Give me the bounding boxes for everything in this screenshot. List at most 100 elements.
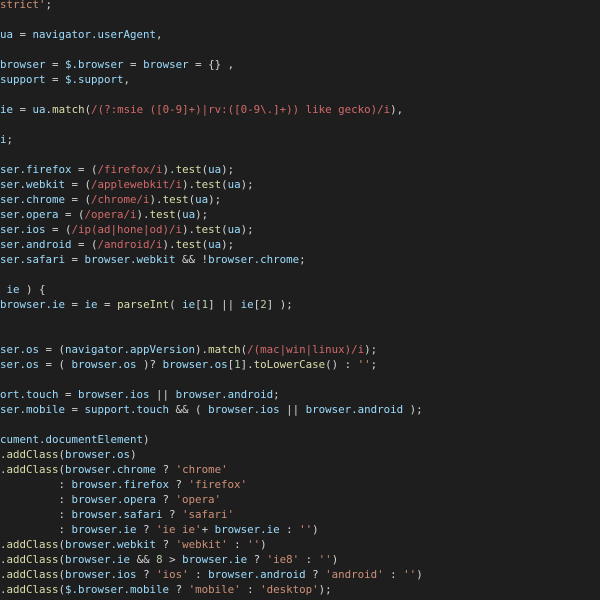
code-token-punc: ; [299, 253, 306, 266]
code-token-text: support.touch [84, 403, 170, 416]
code-token-text: ua [208, 238, 222, 251]
code-token-text: browser.firefox [71, 478, 170, 491]
code-line[interactable]: .addClass(browser.ios ? 'ios' : browser.… [0, 567, 600, 582]
code-token-regex: /(?:msie ([0-9]+)|rv:([0-9\.]+)) like ge… [91, 103, 391, 116]
code-line[interactable]: ser.safari = browser.webkit && !browser.… [0, 252, 600, 267]
code-line[interactable]: ser.mobile = support.touch && ( browser.… [0, 402, 600, 417]
code-line[interactable]: ser.webkit = (/applewebkit/i).test(ua); [0, 177, 600, 192]
code-token-punc: = ( [39, 358, 72, 371]
code-token-punc: = [65, 298, 85, 311]
code-token-regex: /android/i [97, 238, 163, 251]
code-token-punc: = ( [71, 163, 98, 176]
code-line[interactable]: ser.android = (/android/i).test(ua); [0, 237, 600, 252]
code-token-text: ser.mobile [0, 403, 66, 416]
code-line[interactable] [0, 312, 600, 327]
code-token-text: browser.ios [65, 568, 137, 581]
code-line[interactable]: ser.ios = (/ip(ad|hone|od)/i).test(ua); [0, 222, 600, 237]
code-token-punc: && ! [175, 253, 209, 266]
code-line[interactable]: ie = ua.match(/(?:msie ([0-9]+)|rv:([0-9… [0, 102, 600, 117]
code-line[interactable]: browser.ie = ie = parseInt( ie[1] || ie[… [0, 297, 600, 312]
code-line[interactable] [0, 87, 600, 102]
code-line[interactable] [0, 42, 600, 57]
code-token-func: match [52, 103, 85, 116]
code-token-punc: ). [162, 238, 176, 251]
code-token-text: ua [32, 103, 46, 116]
code-token-str: '' [403, 568, 417, 581]
code-token-punc: ); [364, 343, 378, 356]
code-line[interactable]: support = $.support, [0, 72, 600, 87]
code-token-text: ie [6, 283, 20, 296]
code-token-func: addClass [6, 538, 59, 551]
code-token-punc: ( [169, 298, 183, 311]
code-line[interactable]: : browser.opera ? 'opera' [0, 492, 600, 507]
code-area[interactable]: strict'; ua = navigator.userAgent, browser… [0, 0, 600, 597]
code-token-punc: : [279, 523, 300, 536]
code-token-punc: : [383, 568, 404, 581]
code-token-text: ie [84, 298, 98, 311]
code-token-regex: /applewebkit/i [91, 178, 183, 191]
code-line[interactable]: ser.chrome = (/chrome/i).test(ua); [0, 192, 600, 207]
code-token-punc: ? [247, 553, 267, 566]
code-token-text: browser.safari [71, 508, 163, 521]
code-line[interactable] [0, 417, 600, 432]
code-token-punc: = [45, 73, 66, 86]
code-line[interactable]: ie ) { [0, 282, 600, 297]
code-token-str: 'desktop' [260, 583, 319, 596]
code-line[interactable]: ua = navigator.userAgent, [0, 27, 600, 42]
code-token-punc: : [0, 478, 72, 491]
code-line[interactable]: .addClass(browser.os) [0, 447, 600, 462]
code-line[interactable]: .addClass(browser.webkit ? 'webkit' : ''… [0, 537, 600, 552]
code-line[interactable]: : browser.firefox ? 'firefox' [0, 477, 600, 492]
code-token-text: cument.documentElement [0, 433, 144, 446]
code-line[interactable]: .addClass(browser.chrome ? 'chrome' [0, 462, 600, 477]
code-token-text: browser.ie [65, 553, 131, 566]
code-line[interactable]: i; [0, 132, 600, 147]
code-line[interactable] [0, 372, 600, 387]
code-line[interactable]: browser = $.browser = browser = {} , [0, 57, 600, 72]
code-token-punc: : [227, 538, 248, 551]
code-token-text: ser.chrome [0, 193, 66, 206]
code-line[interactable]: cument.documentElement) [0, 432, 600, 447]
code-line[interactable]: : browser.safari ? 'safari' [0, 507, 600, 522]
code-line[interactable] [0, 117, 600, 132]
code-token-str: 'ie ie' [156, 523, 202, 536]
code-token-text: $.browser.mobile [65, 583, 170, 596]
code-token-punc: ); [240, 223, 254, 236]
code-token-punc: && [130, 553, 157, 566]
code-line[interactable]: ser.opera = (/opera/i).test(ua); [0, 207, 600, 222]
code-token-punc: ). [136, 208, 150, 221]
code-token-str: '' [318, 553, 332, 566]
code-line[interactable]: .addClass($.browser.mobile ? 'mobile' : … [0, 582, 600, 597]
code-token-punc: ); [318, 583, 332, 596]
code-line[interactable]: ser.firefox = (/firefox/i).test(ua); [0, 162, 600, 177]
code-line[interactable]: : browser.ie ? 'ie ie'+ browser.ie : '') [0, 522, 600, 537]
code-line[interactable]: ser.os = ( browser.os )? browser.os[1].t… [0, 357, 600, 372]
code-token-str: strict' [0, 0, 46, 11]
code-editor[interactable]: strict'; ua = navigator.userAgent, browser… [0, 0, 600, 600]
code-line[interactable] [0, 327, 600, 342]
code-token-text: browser.ie [71, 523, 137, 536]
code-token-punc: = [65, 403, 85, 416]
code-token-text: browser.chrome [208, 253, 300, 266]
code-token-text: support [0, 73, 46, 86]
code-token-text: ser.os [0, 358, 40, 371]
code-line[interactable]: .addClass(browser.ie && 8 > browser.ie ?… [0, 552, 600, 567]
code-token-punc: = ( [71, 238, 98, 251]
code-token-punc: ). [195, 343, 209, 356]
code-token-text: ie [240, 298, 254, 311]
code-token-text: ser.opera [0, 208, 59, 221]
code-line[interactable]: strict'; [0, 0, 600, 12]
code-token-text: browser.ie [214, 523, 280, 536]
code-token-punc: ); [221, 163, 235, 176]
code-line[interactable] [0, 267, 600, 282]
code-line[interactable]: ort.touch = browser.ios || browser.andro… [0, 387, 600, 402]
code-token-text: browser [0, 58, 46, 71]
code-token-punc: ? [169, 478, 189, 491]
code-token-str: 'chrome' [175, 463, 228, 476]
code-line[interactable] [0, 12, 600, 27]
code-line[interactable]: ser.os = (navigator.appVersion).match(/(… [0, 342, 600, 357]
code-token-punc: = ( [65, 193, 92, 206]
code-token-text: ser.safari [0, 253, 66, 266]
code-token-punc: )? [136, 358, 163, 371]
code-line[interactable] [0, 147, 600, 162]
